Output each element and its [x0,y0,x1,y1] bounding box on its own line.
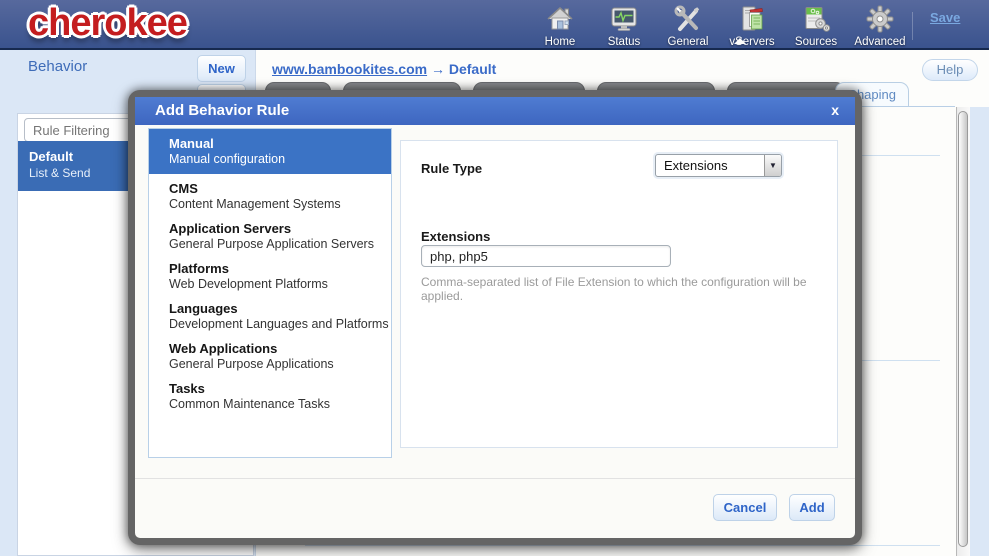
scrollbar-thumb[interactable] [958,111,968,547]
home-icon [528,4,592,35]
nav-item-home[interactable]: Home [528,4,592,48]
nav-label-vservers: vServers [720,36,784,48]
sources-icon [784,4,848,35]
nav-label-advanced: Advanced [848,36,912,48]
category-languages[interactable]: Languages Development Languages and Plat… [149,297,391,337]
rule-form-panel: Rule Type Extensions ▼ Extensions Comma-… [400,140,838,448]
active-tab-pointer [734,38,746,44]
vservers-icon [720,4,784,35]
rule-type-label: Rule Type [421,161,482,176]
category-tasks[interactable]: Tasks Common Maintenance Tasks [149,377,391,417]
add-button[interactable]: Add [789,494,835,521]
breadcrumb: www.bambookites.com → Default [272,61,496,77]
status-icon [592,4,656,35]
nav-item-sources[interactable]: Sources [784,4,848,48]
main-nav: Home Status [528,4,912,48]
breadcrumb-page: Default [449,61,496,77]
category-platforms[interactable]: Platforms Web Development Platforms [149,257,391,297]
nav-label-sources: Sources [784,36,848,48]
extensions-label: Extensions [421,229,490,244]
nav-item-vservers[interactable]: vServers [720,4,784,48]
nav-item-advanced[interactable]: Advanced [848,4,912,48]
footer-divider [135,478,855,479]
help-button[interactable]: Help [922,59,978,81]
add-behavior-rule-dialog: Add Behavior Rule x Manual Manual config… [128,90,862,545]
save-link[interactable]: Save [930,10,960,25]
cherokee-logo: cherokee [28,2,187,45]
breadcrumb-arrow: → [431,61,445,77]
extensions-input[interactable] [421,245,671,267]
nav-label-home: Home [528,36,592,48]
nav-divider [912,12,913,40]
advanced-gear-icon [848,4,912,35]
breadcrumb-site-link[interactable]: www.bambookites.com [272,61,427,77]
dialog-titlebar: Add Behavior Rule x [135,97,855,125]
nav-label-status: Status [592,36,656,48]
nav-item-general[interactable]: General [656,4,720,48]
dropdown-arrow-icon: ▼ [764,155,781,176]
top-nav-bar: cherokee Home [0,0,989,50]
nav-label-general: General [656,36,720,48]
category-application-servers[interactable]: Application Servers General Purpose Appl… [149,217,391,257]
content-divider [305,545,940,546]
rule-category-list: Manual Manual configuration CMS Content … [148,128,392,458]
category-manual[interactable]: Manual Manual configuration [149,129,391,174]
page-right-margin [970,107,989,556]
close-icon[interactable]: x [831,102,839,118]
cancel-button[interactable]: Cancel [713,494,777,521]
dialog-title: Add Behavior Rule [155,97,289,125]
rule-type-select[interactable]: Extensions ▼ [655,154,782,177]
general-icon [656,4,720,35]
nav-item-status[interactable]: Status [592,4,656,48]
extensions-help-text: Comma-separated list of File Extension t… [421,275,837,303]
rule-type-selected-value: Extensions [664,158,728,173]
sidebar-title: Behavior [28,58,87,75]
category-web-applications[interactable]: Web Applications General Purpose Applica… [149,337,391,377]
category-cms[interactable]: CMS Content Management Systems [149,177,391,217]
new-rule-button[interactable]: New [197,55,246,82]
